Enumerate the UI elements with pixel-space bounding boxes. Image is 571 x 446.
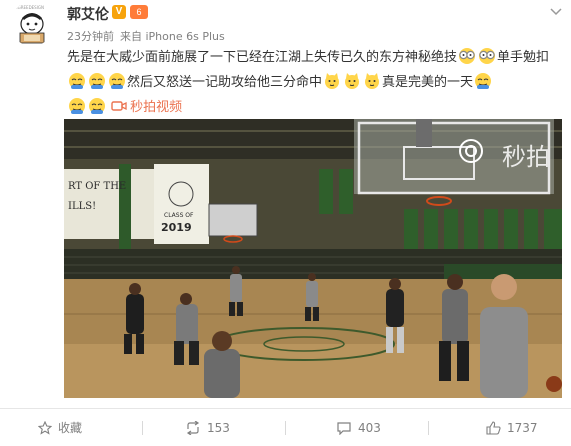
awkward-smile-emoji-icon: [109, 73, 125, 89]
repost-button[interactable]: 153: [185, 409, 230, 446]
post-text-part: 然后又怒送一记助攻给他三分命中: [127, 75, 323, 90]
video-watermark: 秒拍: [502, 143, 550, 171]
repost-icon: [186, 420, 200, 435]
divider: [142, 421, 143, 435]
post-source[interactable]: 来自 iPhone 6s Plus: [120, 30, 225, 43]
awkward-smile-emoji-icon: [89, 98, 105, 114]
cat-face-emoji-icon: [345, 73, 360, 89]
thumbs-up-icon: [486, 420, 501, 435]
cartoon-avatar-icon: IMGREEDESIGN: [10, 2, 54, 46]
action-bar: 收藏 153 403 1737: [0, 408, 571, 446]
favorite-label: 收藏: [58, 421, 83, 435]
banner-text: CLASS OF: [164, 212, 194, 219]
comment-icon: [337, 421, 351, 435]
awkward-smile-emoji-icon: [475, 73, 492, 89]
cat-face-emoji-icon: [325, 73, 340, 89]
post-text: 先是在大威少面前施展了一下已经在江湖上失传已久的东方神秘绝技 单手勉扣然后又怒送一…: [67, 45, 567, 120]
like-button[interactable]: 1737: [486, 409, 538, 446]
awkward-smile-emoji-icon: [69, 98, 85, 114]
banner-text: 2019: [161, 221, 192, 234]
post-text-part: 单手勉扣: [497, 50, 550, 65]
user-name[interactable]: 郭艾伦: [67, 4, 109, 24]
post-meta: 23分钟前 来自 iPhone 6s Plus: [67, 28, 231, 44]
banner-text: RT OF THE: [68, 181, 126, 192]
video-camera-icon: [111, 101, 127, 111]
banner-text: ILLS!: [68, 201, 96, 212]
avatar[interactable]: IMGREEDESIGN: [10, 2, 54, 46]
awkward-smile-emoji-icon: [69, 73, 85, 89]
glasses-emoji-icon: [479, 48, 496, 64]
svg-text:IMGREEDESIGN: IMGREEDESIGN: [13, 5, 44, 10]
post-text-part: 先是在大威少面前施展了一下已经在江湖上失传已久的东方神秘绝技: [67, 50, 458, 65]
level-badge-icon: 6: [130, 5, 148, 19]
comment-count: 403: [358, 420, 381, 435]
miaopai-logo-icon: [459, 139, 483, 163]
star-icon: [38, 420, 52, 435]
divider: [285, 421, 286, 435]
like-count: 1737: [507, 420, 538, 435]
glasses-emoji-icon: [459, 48, 476, 64]
video-player[interactable]: RT OF THE ILLS! CLASS OF 2019 秒拍: [64, 119, 562, 398]
awkward-smile-emoji-icon: [89, 73, 105, 89]
favorite-button[interactable]: 收藏: [38, 409, 82, 446]
comment-button[interactable]: 403: [336, 409, 381, 446]
post-text-part: 真是完美的一天: [382, 75, 474, 90]
weibo-post-card: IMGREEDESIGN 郭艾伦 V 6 23分钟前 来自 iPhone 6s P…: [0, 0, 571, 445]
chevron-down-icon[interactable]: [548, 6, 564, 18]
video-link-label: 秒拍视频: [130, 100, 183, 115]
post-time[interactable]: 23分钟前: [67, 30, 114, 43]
verified-badge-icon: V: [112, 5, 126, 19]
video-link[interactable]: 秒拍视频: [111, 100, 182, 115]
divider: [428, 421, 429, 435]
video-frame-image: RT OF THE ILLS! CLASS OF 2019: [64, 119, 562, 398]
cat-face-emoji-icon: [365, 73, 380, 89]
repost-count: 153: [207, 420, 230, 435]
